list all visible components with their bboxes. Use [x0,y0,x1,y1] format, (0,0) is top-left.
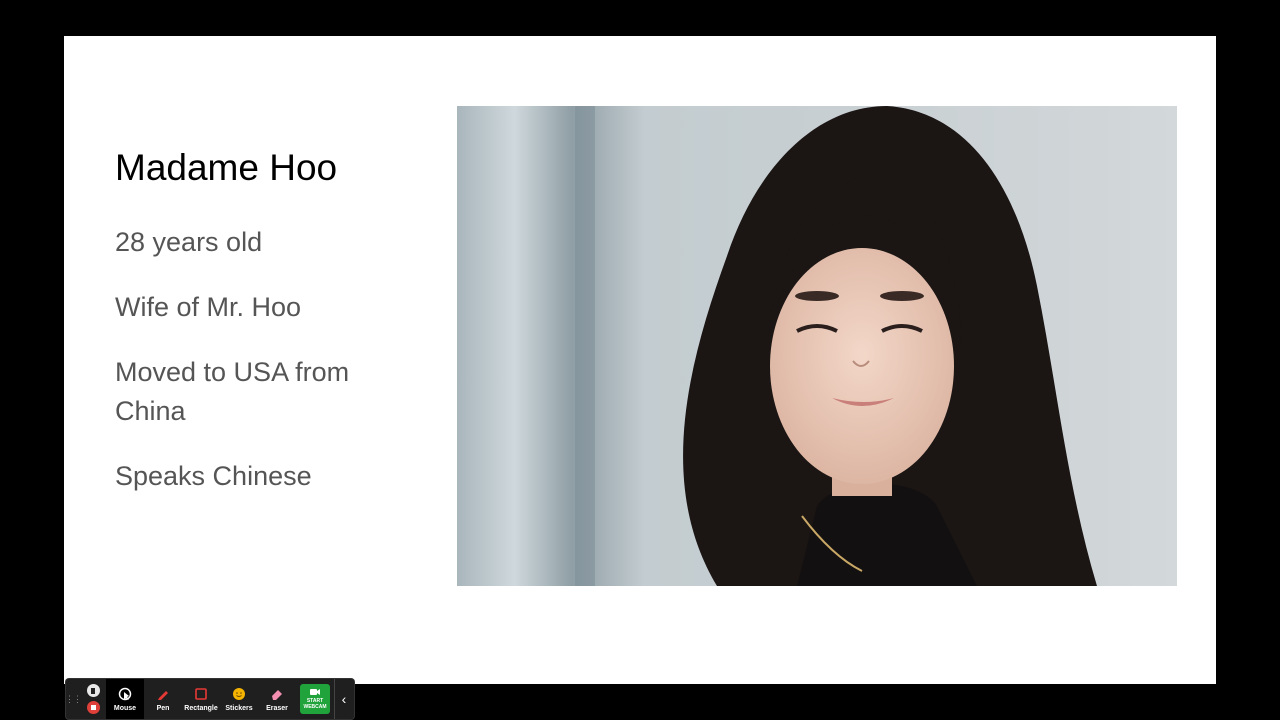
pen-icon [155,686,171,702]
annotation-toolbar: ⋮⋮ Mouse Pen Rectangle Stickers Eraser S… [65,679,354,719]
sticker-icon [231,686,247,702]
mouse-tool-label: Mouse [113,705,137,712]
rectangle-icon [193,686,209,702]
recording-controls [80,679,106,719]
chevron-left-icon: ‹ [341,691,347,707]
eraser-icon [269,686,285,702]
bullet-age: 28 years old [115,227,263,257]
pen-tool-label: Pen [156,705,170,712]
eraser-tool-label: Eraser [266,705,288,712]
webcam-icon [310,688,320,698]
drag-handle-icon[interactable]: ⋮⋮ [65,679,82,719]
stickers-tool-button[interactable]: Stickers [220,679,258,719]
mouse-pointer-icon [117,686,133,702]
portrait-photo [457,106,1177,586]
slide-bullet-list: 28 years old Wife of Mr. Hoo Moved to US… [115,223,415,522]
rectangle-tool-label: Rectangle [184,705,218,712]
eraser-tool-button[interactable]: Eraser [258,679,296,719]
collapse-toolbar-button[interactable]: ‹ [334,679,353,719]
bullet-origin: Moved to USA from China [115,357,350,426]
presentation-slide: Madame Hoo 28 years old Wife of Mr. Hoo … [64,36,1216,684]
bullet-language: Speaks Chinese [115,461,312,491]
bullet-relation: Wife of Mr. Hoo [115,292,302,322]
rectangle-tool-button[interactable]: Rectangle [182,679,220,719]
mouse-tool-button[interactable]: Mouse [106,679,144,719]
pause-recording-button[interactable] [86,684,100,697]
webcam-label-line2: WEBCAM [303,704,327,710]
stop-recording-button[interactable] [86,701,100,714]
start-webcam-button[interactable]: START WEBCAM [300,684,330,714]
pen-tool-button[interactable]: Pen [144,679,182,719]
stickers-tool-label: Stickers [225,705,253,712]
slide-title: Madame Hoo [115,147,338,188]
